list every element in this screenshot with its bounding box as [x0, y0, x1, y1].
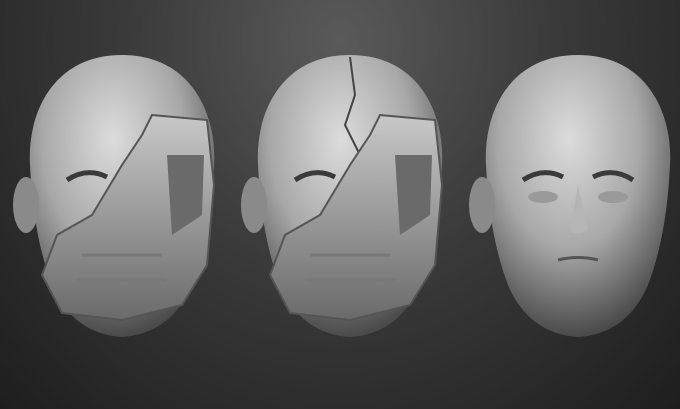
- render-viewport: [0, 0, 680, 409]
- sculpt-render: [0, 0, 680, 409]
- masked-head-left: [13, 55, 214, 337]
- bare-head-right: [469, 55, 670, 337]
- masked-head-middle: [241, 55, 442, 337]
